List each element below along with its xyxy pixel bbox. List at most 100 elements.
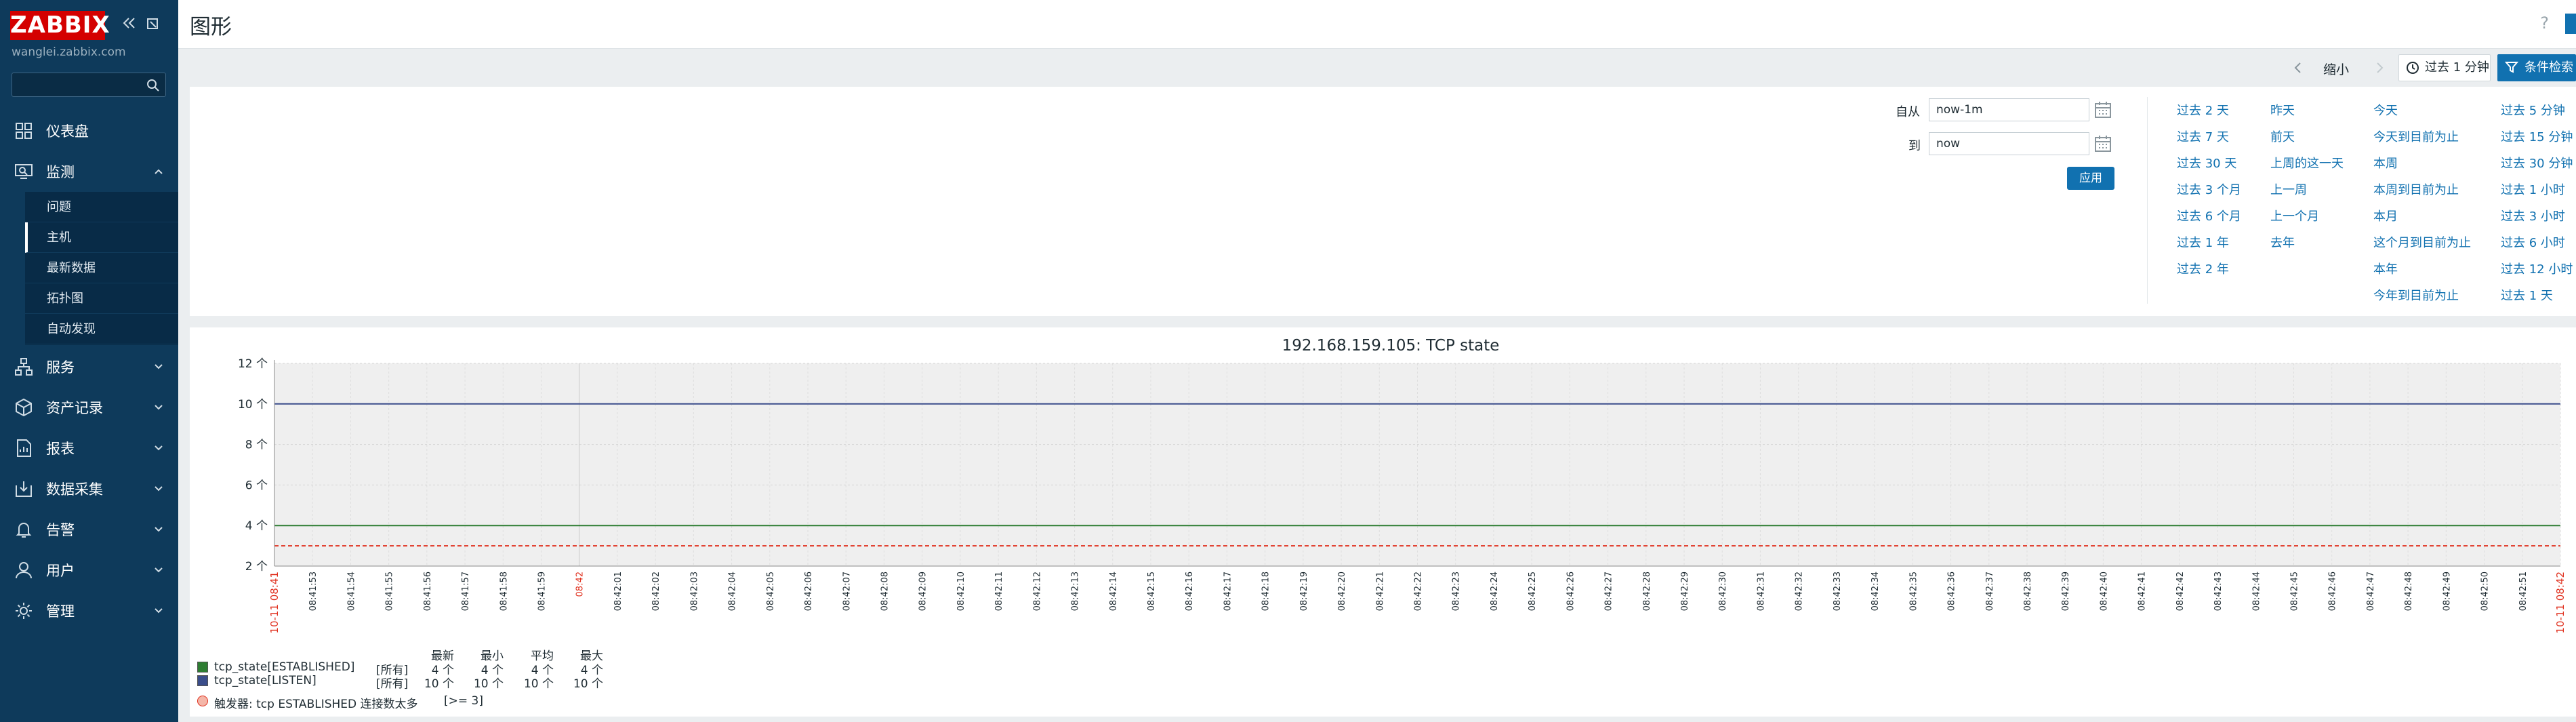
user-menu-button[interactable] <box>2565 14 2576 34</box>
quick-range-link[interactable]: 过去 3 小时 <box>2501 207 2565 224</box>
legend-series-name: tcp_state[ESTABLISHED] <box>214 660 355 674</box>
quick-range-link[interactable]: 今天 <box>2373 101 2398 119</box>
tcp-state-chart: 2 个 4 个 6 个 8 个 10 个 12 个 10-11 08:41 08:41:53 0… <box>238 357 2567 634</box>
quick-range-link[interactable]: 本周到目前为止 <box>2373 180 2459 198</box>
search-icon[interactable] <box>146 78 161 93</box>
quick-range-link[interactable]: 过去 5 分钟 <box>2501 101 2565 119</box>
quick-range-link[interactable]: 过去 6 个月 <box>2177 207 2241 224</box>
calendar-icon[interactable] <box>2093 134 2113 154</box>
legend-scope: [所有] <box>376 677 409 691</box>
help-icon[interactable]: ? <box>2540 14 2549 33</box>
sidebar-search-input[interactable] <box>12 73 166 97</box>
nav-label: 管理 <box>46 603 75 620</box>
legend-value: 10 个 <box>573 677 603 691</box>
zabbix-logo[interactable]: ZABBIX <box>10 11 110 40</box>
nav-reports[interactable]: 报表 <box>0 428 178 468</box>
submenu-hosts[interactable]: 主机 <box>25 222 178 253</box>
quick-range-link[interactable]: 这个月到目前为止 <box>2373 233 2471 251</box>
x-tick-label: 08:42:04 <box>728 571 738 611</box>
x-tick-label: 08:42:12 <box>1032 571 1042 611</box>
kiosk-mode-icon[interactable] <box>144 14 163 33</box>
nav-administration[interactable]: 管理 <box>0 590 178 631</box>
x-tick-label: 08:41:58 <box>499 571 509 611</box>
quick-range-link[interactable]: 过去 30 天 <box>2177 154 2236 172</box>
nav-services[interactable]: 服务 <box>0 346 178 387</box>
nav-monitoring[interactable]: 监测 <box>0 151 178 192</box>
legend-swatch <box>197 662 208 673</box>
quick-range-link[interactable]: 过去 2 天 <box>2177 101 2229 119</box>
collapse-sidebar-icon[interactable] <box>119 14 138 33</box>
submenu-maps[interactable]: 拓扑图 <box>25 283 178 314</box>
quick-range-link[interactable]: 过去 15 分钟 <box>2501 127 2573 145</box>
nav-label: 用户 <box>46 563 75 579</box>
x-tick-label: 08:42:11 <box>994 571 1004 611</box>
quick-range-link[interactable]: 去年 <box>2270 233 2295 251</box>
legend-series-name: tcp_state[LISTEN] <box>214 674 316 687</box>
bell-icon <box>16 523 32 538</box>
quick-range-link[interactable]: 上周的这一天 <box>2270 154 2344 172</box>
nav-label: 报表 <box>46 441 75 457</box>
to-input[interactable]: now <box>1929 132 2089 155</box>
x-tick-label: 08:42:33 <box>1833 571 1843 611</box>
x-tick-label: 08:42:43 <box>2213 571 2224 611</box>
time-period-tab[interactable]: 过去 1 分钟 <box>2398 54 2491 81</box>
submenu-problems[interactable]: 问题 <box>25 192 178 222</box>
quick-range-link[interactable]: 过去 2 年 <box>2177 260 2229 277</box>
nav-inventory[interactable]: 资产记录 <box>0 387 178 428</box>
x-tick-label: 08:42:46 <box>2328 571 2338 611</box>
nav-dashboard[interactable]: 仪表盘 <box>0 111 178 151</box>
quick-range-link[interactable]: 过去 12 小时 <box>2501 260 2573 277</box>
quick-range-link[interactable]: 本月 <box>2373 207 2398 224</box>
quick-range-link[interactable]: 过去 30 分钟 <box>2501 154 2573 172</box>
quick-range-link[interactable]: 过去 3 个月 <box>2177 180 2241 198</box>
quick-range-link[interactable]: 昨天 <box>2270 101 2295 119</box>
x-tick-label: 08:42:22 <box>1414 571 1424 611</box>
x-tick-label: 08:42:34 <box>1870 571 1881 611</box>
services-icon <box>15 358 33 376</box>
x-tick-label: 08:42:01 <box>613 571 623 611</box>
y-tick-label: 4 个 <box>245 519 268 533</box>
x-tick-label: 08:42:38 <box>2023 571 2033 611</box>
quick-range-link[interactable]: 前天 <box>2270 127 2295 145</box>
submenu-latest-data[interactable]: 最新数据 <box>25 253 178 283</box>
x-tick-label: 08:41:56 <box>423 571 433 611</box>
quick-range-link[interactable]: 过去 1 年 <box>2177 233 2229 251</box>
time-selector-bar: 缩小 过去 1 分钟 条件检索 <box>178 49 2576 87</box>
filter-tab[interactable]: 条件检索 <box>2497 54 2576 81</box>
nav-label: 服务 <box>46 359 75 376</box>
clock-icon <box>2407 62 2419 74</box>
quick-range-link[interactable]: 过去 7 天 <box>2177 127 2229 145</box>
y-tick-label: 10 个 <box>238 398 268 412</box>
apply-button[interactable]: 应用 <box>2067 167 2114 190</box>
from-input[interactable]: now-1m <box>1929 98 2089 121</box>
quick-range-link[interactable]: 上一个月 <box>2270 207 2319 224</box>
quick-range-link[interactable]: 本周 <box>2373 154 2398 172</box>
nav-alerts[interactable]: 告警 <box>0 509 178 550</box>
x-tick-label: 08:42:31 <box>1756 571 1766 611</box>
x-tick-label: 08:42:14 <box>1109 571 1119 611</box>
sidebar: ZABBIX wanglei.zabbix.com 仪表盘 监测 问题 主机 最… <box>0 0 178 722</box>
nav-label: 仪表盘 <box>46 123 89 140</box>
quick-range-link[interactable]: 今天到目前为止 <box>2373 127 2459 145</box>
calendar-icon[interactable] <box>2093 100 2113 120</box>
x-tick-label: 08:42:51 <box>2518 571 2529 611</box>
submenu-discovery[interactable]: 自动发现 <box>25 314 178 344</box>
zoom-out-button[interactable]: 缩小 <box>2323 60 2349 78</box>
quick-range-link[interactable]: 今年到目前为止 <box>2373 286 2459 304</box>
x-tick-label: 08:42:18 <box>1261 571 1271 611</box>
quick-range-link[interactable]: 过去 6 小时 <box>2501 233 2565 251</box>
x-tick-label: 08:42:40 <box>2099 571 2109 611</box>
quick-range-link[interactable]: 上一周 <box>2270 180 2307 198</box>
nav-users[interactable]: 用户 <box>0 550 178 590</box>
nav-data-collection[interactable]: 数据采集 <box>0 468 178 509</box>
y-tick-label: 12 个 <box>238 357 268 371</box>
legend-value: 10 个 <box>424 677 454 691</box>
x-tick-label: 08:42:17 <box>1223 571 1233 611</box>
quick-range-link[interactable]: 过去 1 小时 <box>2501 180 2565 198</box>
quick-range-link[interactable]: 本年 <box>2373 260 2398 277</box>
quick-range-link[interactable]: 过去 1 天 <box>2501 286 2553 304</box>
next-period-icon[interactable] <box>2374 60 2385 75</box>
previous-period-icon[interactable] <box>2293 60 2304 75</box>
trigger-condition: [>= 3] <box>444 694 483 708</box>
x-tick-label: 10-11 08:42 <box>2554 571 2567 634</box>
